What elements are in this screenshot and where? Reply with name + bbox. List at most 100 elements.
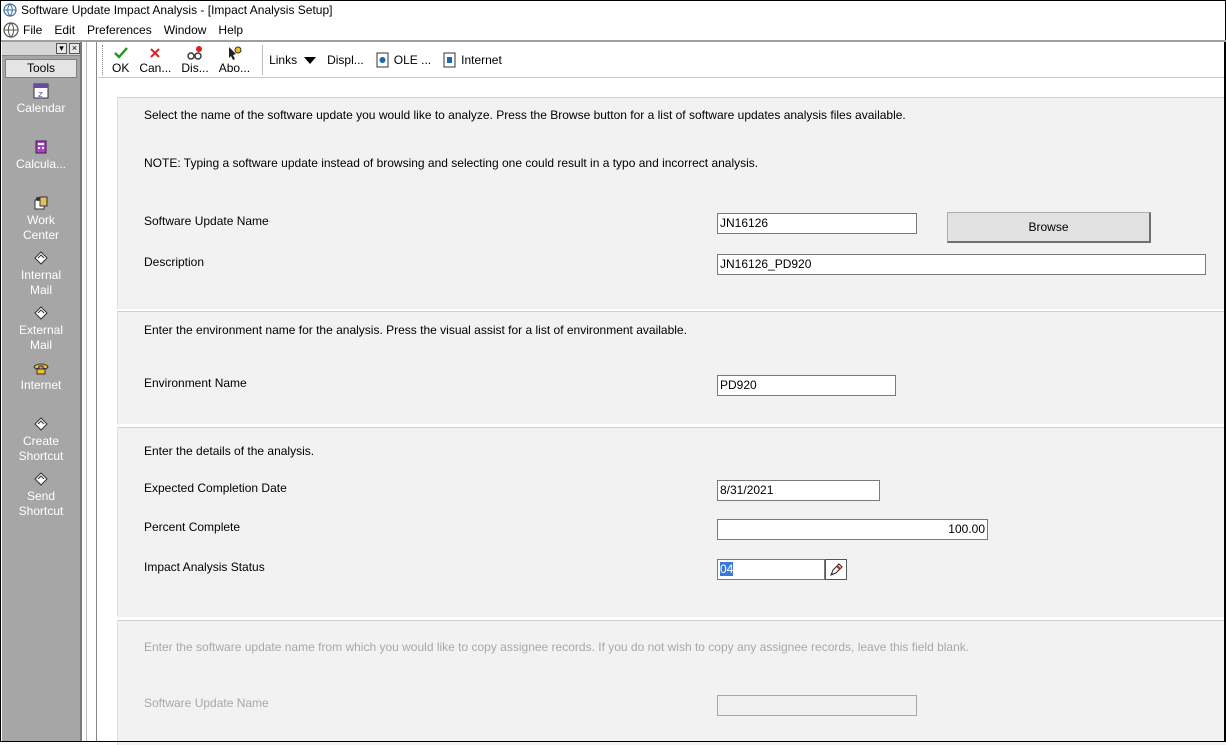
- ole-button-label: OLE ...: [393, 52, 432, 67]
- section1-instruction: Select the name of the software update y…: [144, 108, 906, 122]
- menu-window[interactable]: Window: [164, 23, 207, 37]
- about-button[interactable]: Abo...: [219, 45, 250, 75]
- tools-header: Tools: [5, 59, 77, 78]
- software-update-name-label: Software Update Name: [144, 214, 269, 228]
- tool-label: Calcula...: [15, 157, 67, 171]
- tool-calendar[interactable]: z Calendar: [2, 82, 80, 116]
- status-selected-text: 04: [720, 562, 734, 576]
- tool-label: Center: [22, 228, 60, 242]
- expected-completion-date-label: Expected Completion Date: [144, 481, 287, 495]
- environment-name-input[interactable]: PD920: [717, 375, 896, 396]
- display-menu-label[interactable]: Displ...: [327, 53, 364, 67]
- window-border-left: [0, 19, 1, 742]
- tool-label: External: [18, 323, 64, 337]
- window-title: Software Update Impact Analysis - [Impac…: [21, 3, 333, 17]
- ok-button-label: OK: [112, 60, 130, 75]
- tool-internal-mail[interactable]: Internal Mail: [2, 249, 80, 298]
- about-button-label: Abo...: [218, 60, 251, 75]
- ok-button[interactable]: OK: [112, 45, 129, 75]
- software-update-section: Select the name of the software update y…: [117, 97, 1226, 309]
- display-button[interactable]: Dis...: [181, 45, 209, 75]
- section1-note: NOTE: Typing a software update instead o…: [144, 156, 759, 170]
- calculator-icon: [35, 140, 47, 154]
- ole-button[interactable]: OLE ...: [376, 52, 431, 68]
- menu-file[interactable]: File: [23, 23, 42, 37]
- calendar-icon: z: [33, 83, 49, 100]
- menu-bar: File Edit Preferences Window Help: [0, 19, 1226, 41]
- tool-label: Work: [27, 213, 55, 227]
- toolbar: OK Can... Dis... Abo... Links Displ... O…: [98, 42, 1226, 78]
- internet-document-icon: [443, 52, 456, 67]
- svg-text:z: z: [38, 90, 43, 100]
- close-icon: [150, 47, 161, 58]
- create-shortcut-icon: [34, 417, 48, 431]
- visual-assist-pencil-icon: [830, 562, 843, 576]
- dropdown-arrow-icon: [304, 56, 317, 64]
- send-shortcut-icon: [34, 472, 48, 486]
- external-mail-icon: [34, 306, 48, 320]
- binoculars-icon: [187, 45, 203, 60]
- tool-create-shortcut[interactable]: Create Shortcut: [2, 415, 80, 464]
- tool-label: Send: [26, 489, 56, 503]
- menu-help[interactable]: Help: [218, 23, 243, 37]
- tool-label: Internal: [20, 268, 62, 282]
- tool-label: Create: [22, 434, 60, 448]
- tool-work-center[interactable]: Work Center: [2, 194, 80, 243]
- tool-label: Shortcut: [18, 449, 64, 463]
- ole-document-icon: [376, 52, 389, 67]
- copy-software-update-name-input[interactable]: [717, 695, 917, 716]
- expected-completion-date-input[interactable]: 8/31/2021: [717, 480, 880, 501]
- environment-name-label: Environment Name: [144, 376, 247, 390]
- section3-instruction: Enter the details of the analysis.: [144, 444, 315, 458]
- section4-instruction: Enter the software update name from whic…: [144, 640, 970, 654]
- toolbar-grip[interactable]: [102, 44, 106, 75]
- pane-splitter[interactable]: [86, 42, 97, 742]
- tool-internet[interactable]: Internet: [2, 359, 80, 393]
- environment-section: Enter the environment name for the analy…: [117, 311, 1226, 424]
- globe-icon[interactable]: [3, 22, 19, 38]
- copy-assignee-section: Enter the software update name from whic…: [117, 620, 1226, 745]
- phone-icon: [33, 363, 49, 375]
- copy-software-update-name-label: Software Update Name: [144, 696, 269, 710]
- tool-external-mail[interactable]: External Mail: [2, 304, 80, 353]
- cancel-button-label: Can...: [139, 60, 172, 75]
- software-update-name-input[interactable]: JN16126: [717, 213, 917, 234]
- tool-label: Mail: [29, 283, 52, 297]
- pane-dropdown-icon[interactable]: ▾: [56, 43, 67, 54]
- tool-label: Internet: [20, 378, 62, 392]
- menu-edit[interactable]: Edit: [54, 23, 75, 37]
- cancel-button[interactable]: Can...: [139, 45, 171, 75]
- app-globe-icon: [3, 3, 17, 17]
- tool-send-shortcut[interactable]: Send Shortcut: [2, 470, 80, 519]
- impact-analysis-status-label: Impact Analysis Status: [144, 560, 265, 574]
- internet-button-label: Internet: [461, 52, 502, 67]
- display-button-label: Dis...: [181, 60, 209, 75]
- pane-close-icon[interactable]: ×: [69, 43, 80, 54]
- analysis-details-section: Enter the details of the analysis. Expec…: [117, 427, 1226, 617]
- tool-label: Shortcut: [18, 504, 64, 518]
- tool-label: Calendar: [16, 101, 66, 115]
- toolbar-separator: [262, 44, 264, 75]
- tool-label: Mail: [29, 338, 52, 352]
- form-content: Select the name of the software update y…: [98, 79, 1226, 745]
- internet-button[interactable]: Internet: [443, 52, 502, 68]
- percent-complete-label: Percent Complete: [144, 520, 241, 534]
- percent-complete-input[interactable]: 100.00: [717, 519, 988, 540]
- internal-mail-icon: [34, 251, 48, 265]
- work-center-icon: [34, 196, 48, 210]
- title-bar: Software Update Impact Analysis - [Impac…: [0, 0, 1226, 19]
- impact-analysis-status-input[interactable]: 04: [717, 559, 825, 580]
- links-menu[interactable]: Links Displ...: [269, 53, 364, 67]
- browse-button[interactable]: Browse: [947, 212, 1151, 243]
- description-label: Description: [144, 255, 205, 269]
- checkmark-icon: [113, 46, 128, 59]
- about-pointer-icon: [229, 46, 242, 60]
- description-input[interactable]: JN16126_PD920: [717, 254, 1206, 275]
- tool-calculator[interactable]: Calcula...: [2, 138, 80, 172]
- menu-preferences[interactable]: Preferences: [87, 23, 152, 37]
- tools-pane-titlebar: ▾ ×: [2, 42, 80, 56]
- section2-instruction: Enter the environment name for the analy…: [144, 323, 687, 337]
- links-label: Links: [269, 52, 298, 67]
- tools-pane: ▾ × Tools z Calendar Calcula... Work Cen…: [2, 42, 82, 742]
- visual-assist-button[interactable]: [825, 559, 847, 580]
